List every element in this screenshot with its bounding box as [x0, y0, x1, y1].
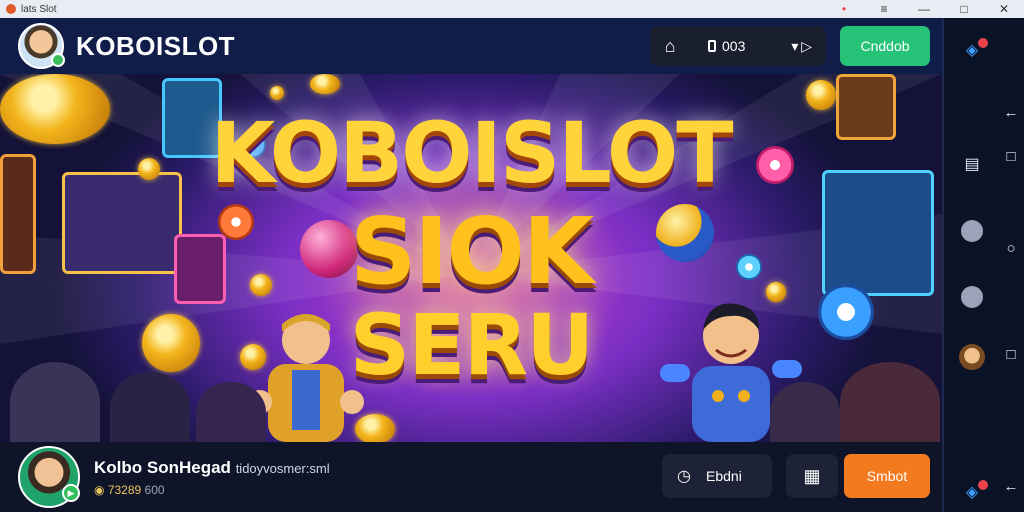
game-info: Kolbo SonHegad tidoyvosmer:sml ◉ 73289 6…	[94, 458, 330, 497]
header-cta-button[interactable]: Cnddob	[840, 26, 930, 66]
game-title: Kolbo SonHegad tidoyvosmer:sml	[94, 458, 330, 478]
game-subtitle: tidoyvosmer:sml	[235, 460, 330, 476]
game-meta: ◉ 73289 600	[94, 483, 330, 497]
promo-banner[interactable]: KOBOISLOT SIOK SERU	[0, 74, 942, 442]
brand-title: KOBOISLOT	[76, 30, 236, 61]
avatar[interactable]	[956, 344, 988, 370]
window-titlebar: lats Slot • ≡ — □ ✕	[0, 0, 1024, 18]
chip-icon	[708, 40, 716, 52]
counter-value: 003	[722, 38, 746, 54]
menu-icon[interactable]: ≡	[864, 0, 904, 18]
bell-icon[interactable]: ◈	[956, 38, 988, 60]
chat-icon-button[interactable]: ▦	[786, 454, 838, 498]
side-toolbar: ◈ ▤ ◈ ← □ ○ □ ←	[942, 18, 1024, 512]
user-avatar-placeholder	[961, 220, 983, 242]
coin-icon	[270, 86, 284, 100]
counter: 003	[708, 38, 745, 54]
back-arrow-icon[interactable]: ←	[1000, 104, 1022, 121]
avatar[interactable]	[18, 23, 65, 69]
banner-title-line2: SIOK	[350, 198, 594, 305]
bottom-cta-button[interactable]: Smbot	[844, 454, 930, 498]
app-header: KOBOISLOT ⌂ 003 ▾ ▷ Cnddob	[0, 18, 942, 74]
user-icon[interactable]	[956, 286, 988, 308]
clock-icon: ◷	[677, 468, 691, 485]
bottom-toolbar-label: Ebdni	[706, 468, 742, 484]
game-meta-value: 73289	[107, 482, 142, 497]
circle-icon[interactable]: ○	[1000, 240, 1022, 257]
back-arrow-icon[interactable]: ←	[1000, 478, 1022, 495]
maximize-icon[interactable]: □	[944, 0, 984, 18]
notification-dot	[978, 480, 988, 490]
app-icon	[6, 4, 16, 14]
square-icon[interactable]: □	[1000, 148, 1022, 165]
bottom-bar: ▶ Kolbo SonHegad tidoyvosmer:sml ◉ 73289…	[0, 442, 942, 512]
user-avatar-placeholder	[961, 286, 983, 308]
record-icon[interactable]: •	[824, 0, 864, 18]
coin-icon: ◉	[94, 482, 105, 497]
home-icon[interactable]: ⌂	[650, 36, 690, 57]
window-controls: • ≡ — □ ✕	[824, 0, 1024, 18]
banner-title-line1: KOBOISLOT	[210, 104, 733, 202]
close-icon[interactable]: ✕	[984, 0, 1024, 18]
document-icon[interactable]: ▤	[956, 154, 988, 174]
square-icon[interactable]: □	[1000, 346, 1022, 363]
game-meta-extra: 600	[144, 482, 165, 497]
user-icon[interactable]	[956, 220, 988, 242]
header-toolbar: ⌂ 003 ▾ ▷	[650, 26, 826, 66]
coin-icon	[310, 74, 340, 94]
profile-face	[959, 344, 985, 370]
bottom-toolbar[interactable]: ◷ Ebdni	[662, 454, 772, 498]
bell-icon[interactable]: ◈	[956, 480, 988, 502]
notification-dot	[978, 38, 988, 48]
minimize-icon[interactable]: —	[904, 0, 944, 18]
game-title-text: Kolbo SonHegad	[94, 457, 231, 477]
status-badge	[51, 53, 65, 67]
banner-title-line3: SERU	[349, 296, 595, 394]
avatar[interactable]: ▶	[18, 446, 80, 508]
sound-icon[interactable]: ▾ ▷	[791, 38, 812, 55]
play-icon: ▶	[62, 484, 80, 502]
window-title: lats Slot	[21, 3, 57, 15]
app-window: lats Slot • ≡ — □ ✕ KOBOISLOT ⌂ 003 ▾ ▷ …	[0, 0, 1024, 512]
